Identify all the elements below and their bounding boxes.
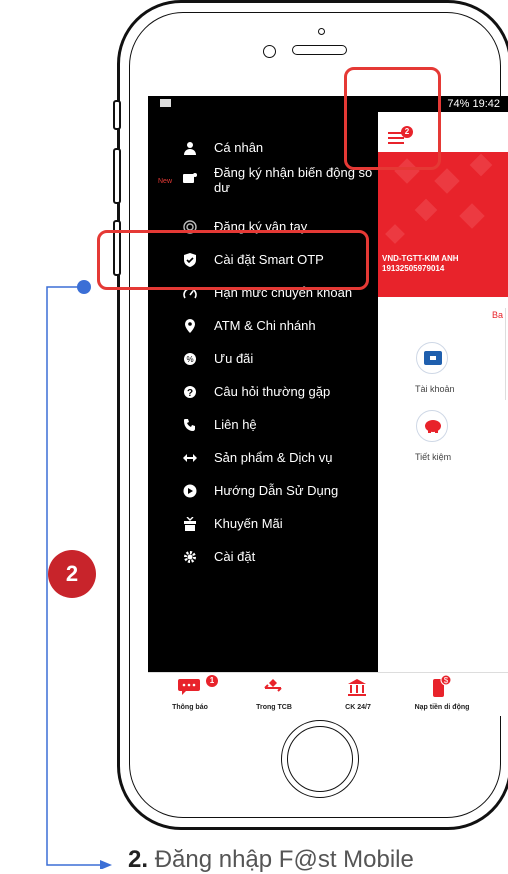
step-number-badge: 2: [48, 550, 96, 598]
step-caption: 2. Đăng nhập F@st Mobile: [128, 846, 414, 874]
callout-connector: [46, 280, 112, 869]
